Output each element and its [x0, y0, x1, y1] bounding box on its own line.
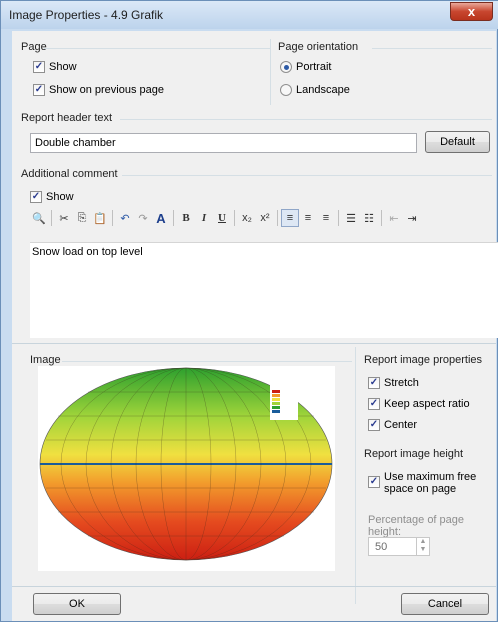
divider — [122, 175, 492, 176]
page-show-checkbox[interactable]: ✓ Show — [33, 61, 77, 73]
title-bar[interactable]: Image Properties - 4.9 Grafik x — [1, 1, 498, 29]
divider — [12, 343, 496, 344]
italic-icon[interactable]: I — [195, 209, 213, 227]
checkmark-icon: ✓ — [368, 419, 380, 431]
formatting-toolbar: 🔍 ✂ ⎘ 📋 ↶ ↷ A B I U x₂ x² ≡ ≡ ≡ ☰ ☷ ⇤ ⇥ — [30, 209, 421, 227]
align-left-icon[interactable]: ≡ — [281, 209, 299, 227]
checkmark-icon: ✓ — [33, 84, 45, 96]
ellipsoid-plot-image — [39, 367, 333, 561]
show-on-previous-page-label: Show on previous page — [49, 84, 164, 96]
default-button[interactable]: Default — [425, 131, 490, 153]
keep-aspect-ratio-checkbox[interactable]: ✓ Keep aspect ratio — [368, 398, 470, 410]
divider — [173, 210, 174, 226]
use-maximum-free-space-label: Use maximum free space on page — [384, 471, 477, 495]
divider — [62, 361, 352, 362]
divider — [277, 210, 278, 226]
bold-icon[interactable]: B — [177, 209, 195, 227]
divider — [51, 210, 52, 226]
divider — [112, 210, 113, 226]
keep-aspect-ratio-label: Keep aspect ratio — [384, 398, 470, 410]
checkmark-icon: ✓ — [33, 61, 45, 73]
header-text-input[interactable]: Double chamber — [30, 133, 417, 153]
comment-show-label: Show — [46, 191, 74, 203]
radio-unselected-icon — [280, 84, 292, 96]
spinner-arrows-icon[interactable]: ▲ ▼ — [416, 538, 429, 555]
report-image-properties-title: Report image properties — [364, 354, 483, 366]
underline-icon[interactable]: U — [213, 209, 231, 227]
subscript-icon[interactable]: x₂ — [238, 209, 256, 227]
portrait-radio[interactable]: Portrait — [280, 61, 331, 73]
divider — [381, 210, 382, 226]
orientation-group-title: Page orientation — [278, 41, 359, 53]
paste-icon[interactable]: 📋 — [91, 209, 109, 227]
close-button[interactable]: x — [450, 2, 493, 21]
divider — [372, 48, 492, 49]
cancel-button[interactable]: Cancel — [401, 593, 489, 615]
divider — [270, 39, 271, 105]
page-group-title: Page — [21, 41, 47, 53]
use-maximum-free-space-checkbox[interactable]: ✓ Use maximum free space on page — [368, 471, 479, 495]
align-right-icon[interactable]: ≡ — [317, 209, 335, 227]
divider — [338, 210, 339, 226]
checkmark-icon: ✓ — [30, 191, 42, 203]
percentage-of-page-height-label: Percentage of page height: — [368, 514, 465, 538]
page-show-label: Show — [49, 61, 77, 73]
image-group-title: Image — [30, 354, 61, 366]
show-on-previous-page-checkbox[interactable]: ✓ Show on previous page — [33, 84, 164, 96]
copy-icon[interactable]: ⎘ — [73, 209, 91, 227]
checkmark-icon: ✓ — [368, 398, 380, 410]
binoculars-icon[interactable]: 🔍 — [30, 209, 48, 227]
divider — [44, 48, 270, 49]
comment-editor[interactable]: Snow load on top level — [30, 242, 498, 338]
stretch-checkbox[interactable]: ✓ Stretch — [368, 377, 419, 389]
divider — [234, 210, 235, 226]
comment-show-checkbox[interactable]: ✓ Show — [30, 191, 74, 203]
report-image-preview — [38, 366, 335, 571]
stretch-label: Stretch — [384, 377, 419, 389]
divider — [12, 586, 496, 587]
landscape-label: Landscape — [296, 84, 350, 96]
divider — [355, 347, 356, 604]
font-color-icon[interactable]: A — [152, 209, 170, 227]
landscape-radio[interactable]: Landscape — [280, 84, 350, 96]
redo-icon[interactable]: ↷ — [134, 209, 152, 227]
undo-icon[interactable]: ↶ — [116, 209, 134, 227]
superscript-icon[interactable]: x² — [256, 209, 274, 227]
radio-selected-icon — [280, 61, 292, 73]
dialog-window: Image Properties - 4.9 Grafik x Page ✓ S… — [0, 0, 498, 622]
divider — [120, 119, 492, 120]
header-group-title: Report header text — [21, 112, 113, 124]
portrait-label: Portrait — [296, 61, 332, 73]
percentage-value: 50 — [375, 541, 388, 553]
align-center-icon[interactable]: ≡ — [299, 209, 317, 227]
numbered-list-icon[interactable]: ☷ — [360, 209, 378, 227]
report-image-height-title: Report image height — [364, 448, 464, 460]
center-checkbox[interactable]: ✓ Center — [368, 419, 417, 431]
comment-group-title: Additional comment — [21, 168, 118, 180]
checkmark-icon: ✓ — [368, 476, 380, 488]
checkmark-icon: ✓ — [368, 377, 380, 389]
indent-icon[interactable]: ⇥ — [403, 209, 421, 227]
cut-icon[interactable]: ✂ — [55, 209, 73, 227]
percentage-spinner[interactable]: 50 ▲ ▼ — [368, 537, 430, 556]
ok-button[interactable]: OK — [33, 593, 121, 615]
dialog-body: Page ✓ Show ✓ Show on previous page Page… — [12, 31, 498, 621]
outdent-icon[interactable]: ⇤ — [385, 209, 403, 227]
bullet-list-icon[interactable]: ☰ — [342, 209, 360, 227]
window-title: Image Properties - 4.9 Grafik — [9, 8, 164, 22]
center-label: Center — [384, 419, 418, 431]
